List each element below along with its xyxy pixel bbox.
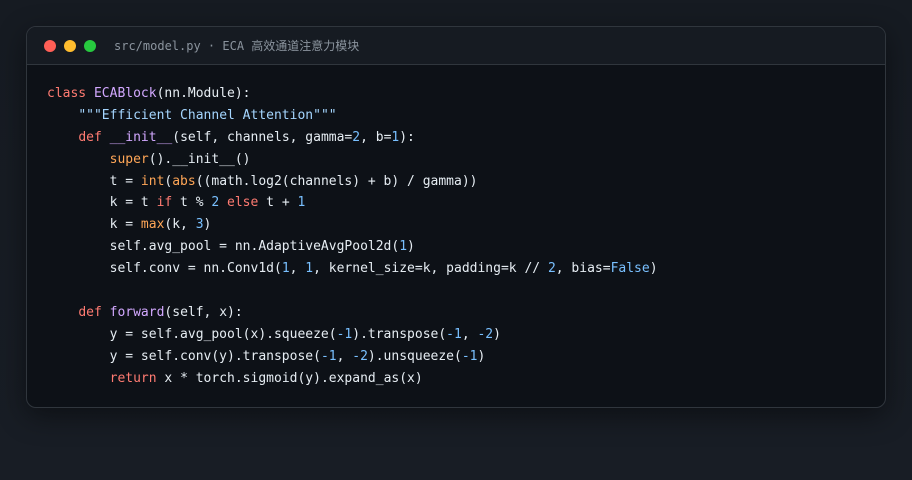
code-function-name: __init__ — [109, 129, 173, 145]
code-text: self.conv = nn.Conv1d( — [47, 261, 282, 277]
code-text: (nn.Module): — [156, 86, 251, 101]
code-number: 1 — [281, 261, 290, 277]
code-line: self.conv = nn.Conv1d(1, 1, kernel_size=… — [47, 258, 865, 280]
code-function-name: ECABlock — [93, 86, 157, 101]
window-titlebar: src/model.py · ECA 高效通道注意力模块 — [27, 27, 885, 65]
code-text: self.avg_pool = nn.AdaptiveAvgPool2d( — [47, 239, 400, 255]
code-text: , bias= — [555, 261, 611, 277]
code-line: k = t if t % 2 else t + 1 — [47, 192, 865, 214]
code-number: -2 — [352, 348, 368, 364]
code-line: return x * torch.sigmoid(y).expand_as(x) — [47, 368, 865, 390]
code-keyword: if — [156, 195, 173, 211]
code-block[interactable]: class ECABlock(nn.Module): """Efficient … — [47, 83, 865, 389]
code-text: ) — [649, 261, 658, 277]
code-text: t + — [258, 195, 298, 211]
page-background: src/model.py · ECA 高效通道注意力模块 class ECABl… — [0, 0, 912, 480]
code-text: ) — [407, 239, 415, 255]
code-keyword: def — [78, 129, 102, 145]
code-text: ((math.log2(channels) + b) / gamma)) — [195, 173, 478, 189]
code-number: -1 — [446, 326, 462, 342]
code-keyword: def — [78, 304, 102, 320]
code-line: k = max(k, 3) — [47, 214, 865, 236]
code-number: 2 — [547, 261, 556, 277]
code-line: y = self.avg_pool(x).squeeze(-1).transpo… — [47, 324, 865, 346]
code-number: 2 — [352, 129, 361, 145]
code-text: ).unsqueeze( — [367, 348, 462, 364]
code-line: def __init__(self, channels, gamma=2, b=… — [47, 127, 865, 149]
code-keyword: class — [47, 86, 87, 101]
code-text: ().__init__() — [148, 151, 251, 167]
code-text: ) — [493, 326, 501, 342]
code-line: class ECABlock(nn.Module): — [47, 83, 865, 105]
code-line: y = self.conv(y).transpose(-1, -2).unsqu… — [47, 346, 865, 368]
code-number: -1 — [461, 348, 478, 364]
code-text: , b= — [360, 129, 392, 145]
code-number: False — [610, 261, 650, 277]
code-text: , — [336, 348, 353, 364]
code-function-name: forward — [109, 304, 165, 320]
code-number: 1 — [305, 261, 314, 277]
code-line: t = int(abs((math.log2(channels) + b) / … — [47, 171, 865, 193]
code-number: 3 — [195, 217, 204, 233]
minimize-window-button[interactable] — [64, 39, 76, 52]
code-text: ) — [203, 217, 212, 233]
code-builtin: int — [140, 173, 165, 189]
code-text: y = self.avg_pool(x).squeeze( — [47, 326, 337, 342]
code-text: ): — [399, 129, 415, 145]
code-keyword: else — [227, 195, 259, 211]
code-text: t % — [172, 195, 212, 211]
code-text: y = self.conv(y).transpose( — [47, 348, 321, 364]
code-number: -2 — [477, 326, 494, 342]
code-builtin: abs — [172, 173, 196, 189]
code-keyword: return — [109, 370, 157, 386]
code-text: k = t — [47, 195, 157, 211]
code-line: self.avg_pool = nn.AdaptiveAvgPool2d(1) — [47, 236, 865, 258]
code-line: """Efficient Channel Attention""" — [47, 105, 865, 127]
code-string: """Efficient Channel Attention""" — [78, 107, 337, 123]
code-text: x * torch.sigmoid(y).expand_as(x) — [156, 370, 423, 386]
code-number: 1 — [399, 239, 408, 255]
code-text: ) — [477, 348, 486, 364]
code-text: ).transpose( — [352, 326, 447, 342]
code-text: t = — [47, 173, 141, 189]
window-title: src/model.py · ECA 高效通道注意力模块 — [114, 39, 360, 53]
code-line: super().__init__() — [47, 149, 865, 171]
maximize-window-button[interactable] — [84, 39, 96, 52]
code-number: -1 — [336, 326, 353, 342]
code-text: , — [289, 261, 306, 277]
code-text: , — [461, 326, 478, 342]
code-text: , kernel_size=k, padding=k // — [313, 261, 548, 277]
code-text: k = — [47, 217, 141, 233]
code-text: (self, channels, gamma= — [172, 129, 353, 145]
code-line: def forward(self, x): — [47, 302, 865, 324]
code-builtin: super — [109, 151, 149, 167]
code-number: 1 — [297, 195, 306, 211]
code-builtin: max — [140, 217, 165, 233]
code-window: src/model.py · ECA 高效通道注意力模块 class ECABl… — [26, 26, 886, 408]
code-text: (k, — [164, 217, 196, 233]
code-number: -1 — [320, 348, 337, 364]
close-window-button[interactable] — [44, 39, 56, 52]
code-text: (self, x): — [164, 304, 243, 320]
